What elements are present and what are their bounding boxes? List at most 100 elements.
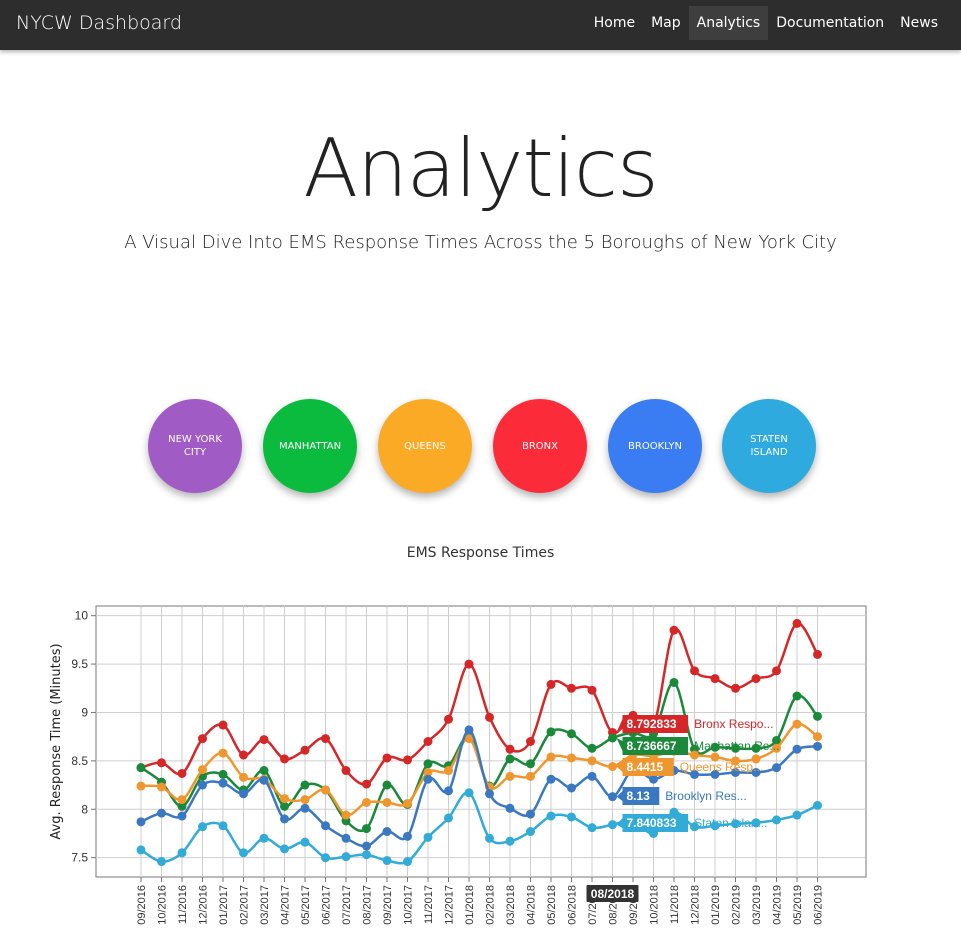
data-point	[300, 780, 310, 790]
x-tick-label: 01/2018	[464, 885, 476, 925]
data-point	[403, 857, 412, 867]
data-point	[546, 811, 556, 821]
data-point	[341, 810, 351, 820]
data-point	[505, 744, 515, 754]
data-point	[218, 821, 228, 831]
data-point	[300, 803, 310, 813]
data-point	[280, 844, 289, 854]
data-point	[423, 759, 433, 769]
data-point	[608, 762, 617, 772]
x-tick-label: 10/2018	[649, 885, 661, 925]
y-tick-label: 8	[81, 802, 88, 816]
data-point	[567, 783, 576, 793]
y-tick-label: 9	[81, 705, 88, 719]
data-point	[546, 727, 556, 737]
data-point	[239, 789, 248, 799]
data-point	[362, 797, 371, 807]
data-point	[444, 766, 453, 776]
x-tick-label: 03/2019	[751, 885, 763, 925]
data-point	[321, 734, 330, 744]
data-point	[198, 765, 207, 775]
data-point	[813, 732, 822, 742]
data-point	[423, 832, 433, 842]
data-point	[198, 780, 207, 790]
data-point	[177, 848, 187, 858]
data-point	[280, 794, 289, 804]
x-tick-label: 01/2019	[710, 885, 722, 925]
data-point	[157, 758, 166, 768]
x-tick-label: 01/2017	[218, 885, 230, 925]
x-tick-label: 02/2018	[485, 885, 497, 925]
x-tick-label: 02/2019	[731, 885, 743, 925]
data-point	[587, 756, 597, 766]
x-tick-label: 10/2016	[157, 885, 169, 925]
data-point	[505, 803, 515, 813]
x-tick-label: 03/2017	[259, 885, 271, 925]
x-tick-label: 05/2019	[792, 885, 804, 925]
data-point	[341, 833, 351, 843]
data-point	[177, 768, 187, 778]
data-point	[239, 772, 248, 782]
data-point	[772, 666, 781, 676]
data-point	[751, 674, 761, 684]
hover-value: 8.736667	[627, 739, 677, 753]
data-point	[341, 766, 351, 776]
x-tick-label: 09/2016	[136, 885, 148, 925]
data-point	[198, 822, 207, 832]
data-point	[587, 743, 597, 753]
data-point	[218, 748, 228, 758]
x-tick-label: 11/2017	[423, 885, 435, 924]
data-point	[485, 833, 494, 843]
data-point	[567, 729, 576, 739]
data-point	[813, 711, 822, 721]
x-tick-label: 08/2017	[362, 885, 374, 925]
data-point	[546, 774, 556, 784]
data-point	[259, 766, 269, 776]
data-point	[546, 752, 556, 762]
hover-value: 8.792833	[627, 717, 677, 731]
y-tick-label: 7.5	[71, 851, 88, 865]
data-point	[280, 801, 289, 811]
data-point	[792, 618, 802, 628]
data-point	[444, 714, 453, 724]
data-point	[587, 685, 597, 695]
x-tick-label: 12/2016	[198, 885, 210, 925]
data-point	[136, 845, 146, 855]
data-point	[382, 827, 392, 837]
hover-x-label: 08/2018	[591, 887, 635, 901]
data-point	[546, 679, 556, 689]
data-point	[362, 824, 371, 834]
x-tick-label: 12/2018	[690, 885, 702, 925]
data-point	[157, 782, 166, 792]
data-point	[710, 674, 720, 684]
data-point	[444, 813, 453, 823]
data-point	[403, 755, 412, 765]
data-point	[382, 780, 392, 790]
data-point	[259, 775, 269, 785]
data-point	[772, 815, 781, 825]
response-time-chart[interactable]: 09/2016 10/2016 11/2016 12/2016 01/2017 02/20…	[0, 0, 961, 950]
x-tick-label: 05/2018	[546, 885, 558, 925]
data-point	[259, 833, 269, 843]
data-point	[177, 795, 187, 805]
data-point	[669, 625, 679, 635]
data-point	[649, 774, 658, 784]
x-tick-label: 11/2016	[177, 885, 189, 924]
data-point	[772, 763, 781, 773]
data-point	[485, 789, 494, 799]
data-point	[567, 812, 576, 822]
data-point	[505, 836, 515, 846]
data-point	[136, 781, 146, 791]
x-tick-label: 05/2017	[300, 885, 312, 925]
data-point	[136, 817, 146, 827]
x-tick-label: 12/2017	[444, 885, 456, 925]
x-tick-label: 04/2019	[772, 885, 784, 925]
data-point	[362, 841, 371, 851]
data-point	[792, 691, 802, 701]
data-point	[362, 779, 371, 789]
data-point	[485, 712, 494, 722]
data-point	[731, 683, 740, 693]
data-point	[792, 810, 802, 820]
data-point	[300, 745, 310, 755]
x-tick-label: 04/2017	[280, 885, 292, 925]
